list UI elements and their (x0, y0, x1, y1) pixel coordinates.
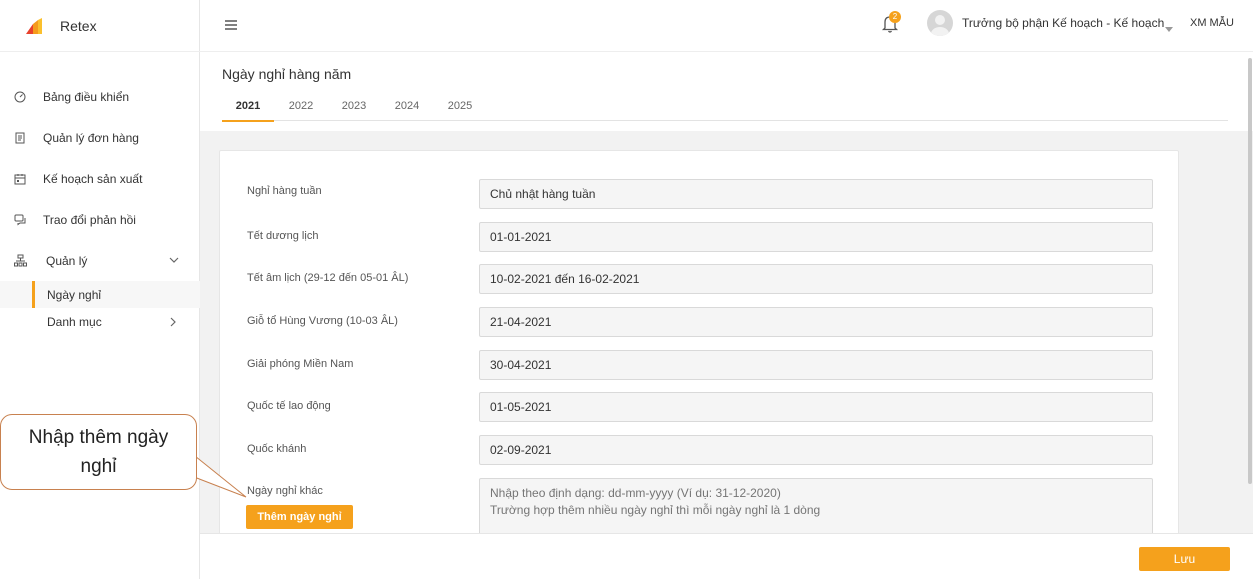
labor-day-field[interactable] (479, 392, 1153, 422)
sidebar-item-label: Quản lý (46, 253, 88, 268)
sidebar-subitem-label: Ngày nghỉ (47, 287, 102, 302)
annotation-callout: Nhập thêm ngày nghỉ (0, 414, 197, 490)
sidebar-subitem-label: Danh mục (47, 314, 102, 329)
retex-logo-icon (24, 16, 44, 36)
field-label: Giải phóng Miền Nam (247, 358, 354, 370)
brand-name: Retex (60, 17, 97, 34)
page-title: Ngày nghỉ hàng năm (222, 66, 352, 82)
footer-bar: Lưu (200, 533, 1253, 579)
caret-down-icon[interactable] (1165, 20, 1173, 32)
sidebar-subitem-holidays[interactable]: Ngày nghỉ (0, 281, 200, 308)
sidebar-nav: Bảng điều khiển Quản lý đơn hàng Kế hoạc… (0, 76, 200, 335)
sidebar-item-orders[interactable]: Quản lý đơn hàng (0, 117, 200, 158)
sidebar-item-feedback[interactable]: Trao đổi phản hồi (0, 199, 200, 240)
page-header: Ngày nghỉ hàng năm 2021 2022 2023 2024 2… (200, 52, 1253, 131)
form-row: Quốc khánh (220, 435, 1180, 465)
form-row: Tết âm lịch (29-12 đến 05-01 ÂL) (220, 264, 1180, 294)
sidebar-item-dashboard[interactable]: Bảng điều khiển (0, 76, 200, 117)
notification-badge: 2 (889, 11, 901, 23)
tab-2023[interactable]: 2023 (328, 98, 380, 121)
national-day-field[interactable] (479, 435, 1153, 465)
sidebar: Retex Bảng điều khiển Quản lý đơn hàng K… (0, 0, 200, 579)
hamburger-menu-icon[interactable] (224, 18, 238, 30)
chevron-right-icon (168, 316, 178, 327)
form-row: Tết dương lịch (220, 222, 1180, 252)
year-tabs: 2021 2022 2023 2024 2025 (222, 98, 1228, 122)
form-row: Nghỉ hàng tuần (220, 179, 1180, 209)
company-name: XM MẪU (1190, 17, 1234, 29)
field-label: Tết dương lịch (247, 230, 319, 242)
field-label: Ngày nghỉ khác (247, 485, 323, 497)
field-label: Tết âm lịch (29-12 đến 05-01 ÂL) (247, 272, 409, 284)
add-holiday-button[interactable]: Thêm ngày nghỉ (246, 505, 353, 529)
topbar: 2 Trưởng bộ phận Kế hoạch - Kế hoạch XM … (200, 0, 1253, 52)
sidebar-item-label: Bảng điều khiển (43, 89, 130, 104)
field-label: Giỗ tổ Hùng Vương (10-03 ÂL) (247, 315, 398, 327)
app-window: Retex Bảng điều khiển Quản lý đơn hàng K… (0, 0, 1253, 579)
hung-kings-field[interactable] (479, 307, 1153, 337)
save-button[interactable]: Lưu (1139, 547, 1230, 571)
scrollbar-thumb[interactable] (1248, 58, 1252, 484)
form-row: Quốc tế lao động (220, 392, 1180, 422)
tab-2021[interactable]: 2021 (222, 98, 274, 122)
liberation-day-field[interactable] (479, 350, 1153, 380)
chat-icon (13, 213, 27, 227)
sidebar-item-management[interactable]: Quản lý (0, 240, 200, 281)
field-label: Nghỉ hàng tuần (247, 185, 322, 197)
calendar-icon (13, 172, 27, 186)
main-content: Ngày nghỉ hàng năm 2021 2022 2023 2024 2… (200, 52, 1253, 579)
new-year-field[interactable] (479, 222, 1153, 252)
tab-2022[interactable]: 2022 (275, 98, 327, 121)
document-icon (13, 131, 27, 145)
brand[interactable]: Retex (0, 0, 200, 52)
scrollbar[interactable] (1247, 52, 1253, 492)
sidebar-item-production-plan[interactable]: Kế hoạch sản xuất (0, 158, 200, 199)
sidebar-item-label: Trao đổi phản hồi (43, 212, 136, 227)
field-label: Quốc tế lao động (247, 400, 331, 412)
tab-2025[interactable]: 2025 (434, 98, 486, 121)
form-row: Giỗ tổ Hùng Vương (10-03 ÂL) (220, 307, 1180, 337)
avatar[interactable] (927, 10, 953, 36)
org-chart-icon (13, 254, 27, 268)
dashboard-icon (13, 90, 27, 104)
user-name[interactable]: Trưởng bộ phận Kế hoạch - Kế hoạch (962, 16, 1164, 30)
field-label: Quốc khánh (247, 443, 307, 455)
sidebar-subitem-catalog[interactable]: Danh mục (0, 308, 200, 335)
lunar-new-year-field[interactable] (479, 264, 1153, 294)
chevron-down-icon (168, 254, 180, 266)
form-row: Giải phóng Miền Nam (220, 350, 1180, 380)
sidebar-item-label: Kế hoạch sản xuất (43, 171, 143, 186)
tab-2024[interactable]: 2024 (381, 98, 433, 121)
sidebar-item-label: Quản lý đơn hàng (43, 130, 139, 145)
weekly-holiday-field[interactable] (479, 179, 1153, 209)
holiday-form-card: Nghỉ hàng tuần Tết dương lịch Tết âm lịc… (219, 150, 1179, 550)
